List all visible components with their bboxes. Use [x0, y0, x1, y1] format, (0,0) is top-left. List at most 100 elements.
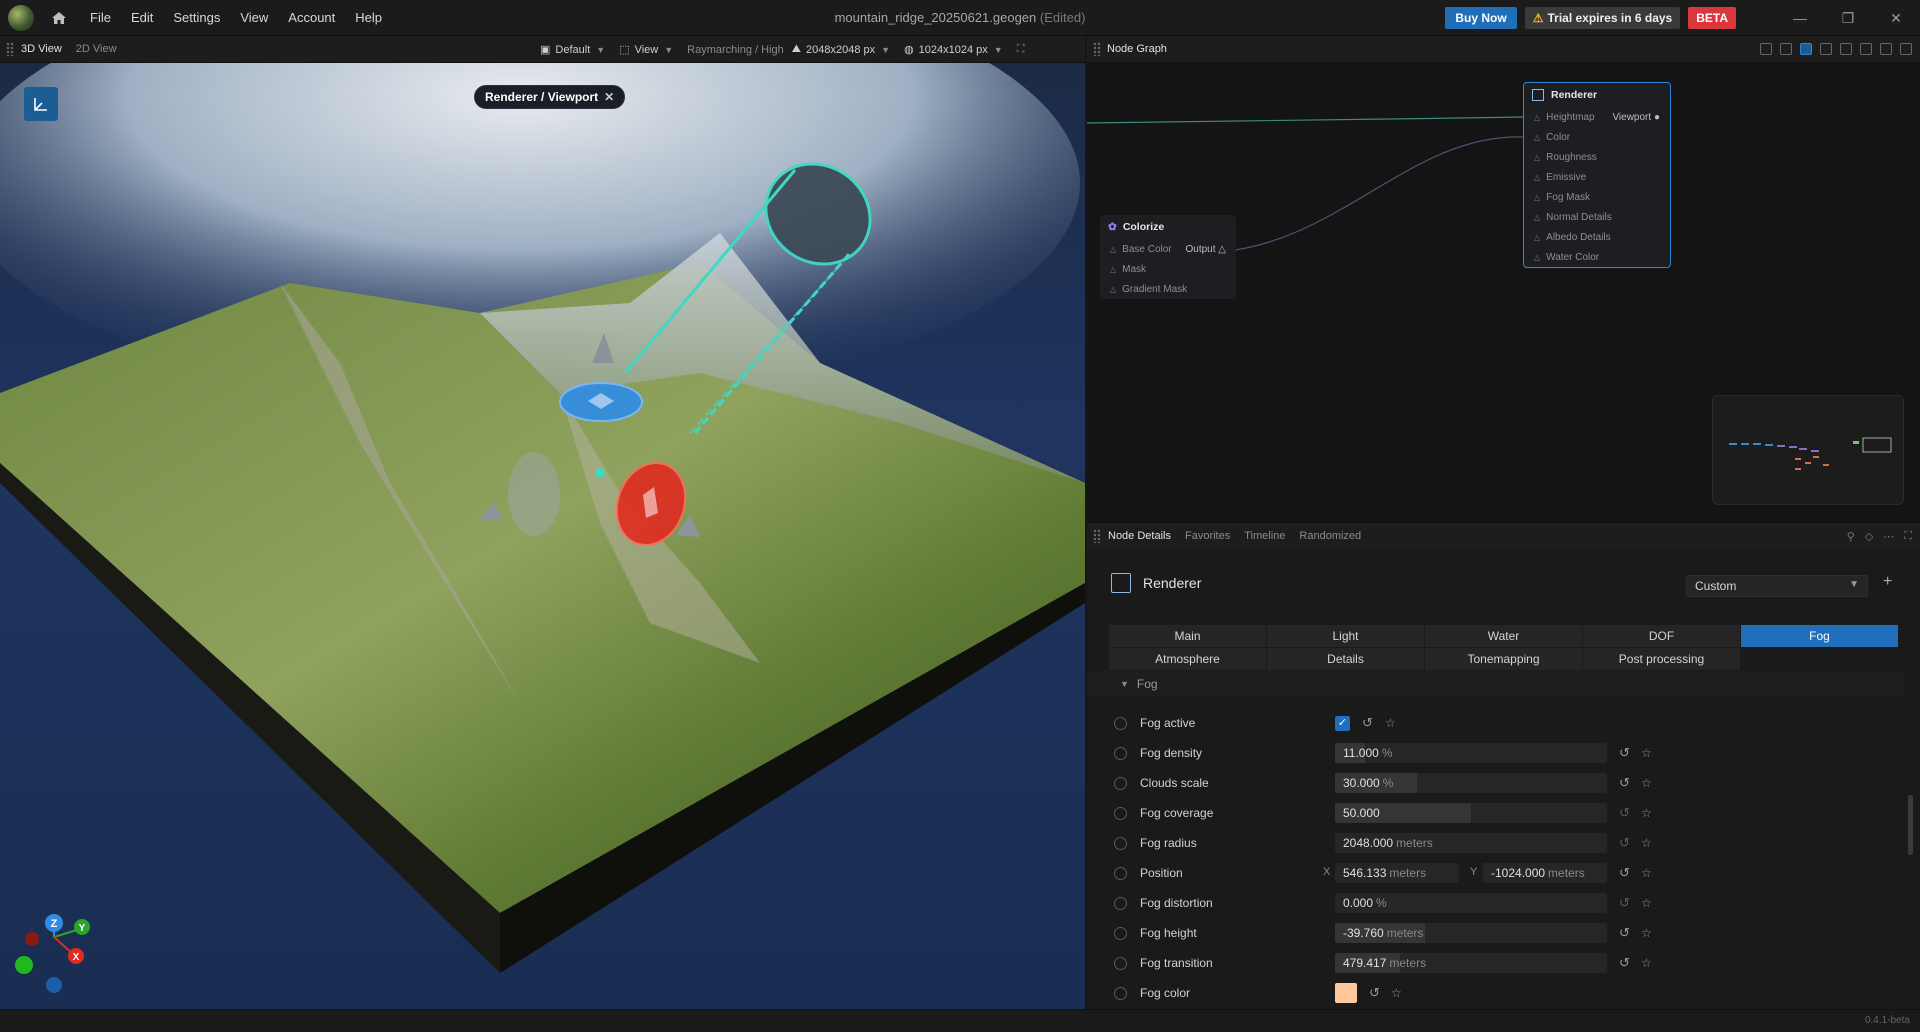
tab-water[interactable]: Water: [1425, 625, 1582, 648]
add-preset-button[interactable]: +: [1883, 573, 1892, 591]
expand-icon[interactable]: [1900, 43, 1912, 55]
keyframe-radio[interactable]: [1114, 776, 1127, 790]
position-x-input[interactable]: 546.133 meters: [1335, 863, 1459, 883]
tab-randomized[interactable]: Randomized: [1292, 530, 1368, 542]
axes-toggle-button[interactable]: [24, 87, 58, 121]
favorite-star-icon[interactable]: ☆: [1641, 956, 1652, 970]
camera-dropdown[interactable]: ▣ Default ▼: [540, 43, 611, 57]
input-port-emissive[interactable]: △ Emissive: [1524, 167, 1670, 187]
menu-help[interactable]: Help: [345, 10, 392, 25]
reset-icon[interactable]: ↺: [1619, 745, 1630, 761]
render-mode[interactable]: Raymarching / High: [687, 44, 784, 56]
keyframe-radio[interactable]: [1114, 956, 1127, 970]
fog-section-header[interactable]: ▼ Fog: [1087, 671, 1904, 697]
clouds-scale-input[interactable]: 30.000%: [1335, 773, 1607, 793]
fog-density-input[interactable]: 11.000%: [1335, 743, 1607, 763]
trial-badge[interactable]: ⚠ Trial expires in 6 days: [1524, 7, 1681, 29]
grid-view-icon[interactable]: [1800, 43, 1812, 55]
tab-fog[interactable]: Fog: [1741, 625, 1898, 648]
tab-tonemapping[interactable]: Tonemapping: [1425, 648, 1582, 671]
list-icon[interactable]: [1780, 43, 1792, 55]
favorite-star-icon[interactable]: ☆: [1641, 866, 1652, 880]
layout-icon[interactable]: [1820, 43, 1832, 55]
fog-active-checkbox[interactable]: ✓: [1335, 716, 1350, 731]
menu-file[interactable]: File: [80, 10, 121, 25]
graph-minimap[interactable]: [1712, 395, 1904, 505]
reset-icon[interactable]: ↺: [1619, 775, 1630, 791]
fog-distortion-input[interactable]: 0.000%: [1335, 893, 1607, 913]
fog-color-swatch[interactable]: [1335, 983, 1357, 1003]
reset-icon[interactable]: ↺: [1619, 925, 1630, 941]
tab-2d-view[interactable]: 2D View: [69, 43, 124, 55]
input-port-normal-details[interactable]: △ Normal Details: [1524, 207, 1670, 227]
favorite-star-icon[interactable]: ☆: [1641, 926, 1652, 940]
tab-main[interactable]: Main: [1109, 625, 1266, 648]
keyframe-radio[interactable]: [1114, 926, 1127, 940]
position-y-input[interactable]: -1024.000 meters: [1483, 863, 1607, 883]
output-port-viewport[interactable]: Viewport ●: [1612, 112, 1660, 123]
close-icon[interactable]: ✕: [604, 90, 614, 104]
reset-icon[interactable]: ↺: [1369, 985, 1380, 1001]
texture-resolution-dropdown[interactable]: ◍ 1024x1024 px ▼: [904, 43, 1009, 57]
menu-edit[interactable]: Edit: [121, 10, 163, 25]
keyframe-radio[interactable]: [1114, 896, 1127, 910]
preset-dropdown[interactable]: Custom ▼: [1686, 575, 1868, 597]
buy-now-button[interactable]: Buy Now: [1445, 7, 1517, 29]
collapse-triangle-icon[interactable]: ▼: [1120, 679, 1129, 689]
favorite-star-icon[interactable]: ☆: [1641, 776, 1652, 790]
input-port-fog-mask[interactable]: △ Fog Mask: [1524, 187, 1670, 207]
favorite-star-icon[interactable]: ☆: [1391, 986, 1402, 1000]
input-port-mask[interactable]: △ Mask: [1100, 259, 1236, 279]
menu-settings[interactable]: Settings: [163, 10, 230, 25]
input-port-color[interactable]: △ Color: [1524, 127, 1670, 147]
keyframe-radio[interactable]: [1114, 836, 1127, 850]
reset-icon[interactable]: ↺: [1619, 805, 1630, 821]
pivot-point[interactable]: [595, 468, 605, 478]
menu-view[interactable]: View: [230, 10, 278, 25]
favorite-star-icon[interactable]: ☆: [1641, 896, 1652, 910]
input-port-albedo-details[interactable]: △ Albedo Details: [1524, 227, 1670, 247]
panel-grip-icon[interactable]: [1093, 529, 1101, 543]
reset-icon[interactable]: ↺: [1619, 895, 1630, 911]
tab-timeline[interactable]: Timeline: [1237, 530, 1292, 542]
keyframe-radio[interactable]: [1114, 716, 1127, 730]
favorite-star-icon[interactable]: ☆: [1641, 836, 1652, 850]
gizmo-neg-y-axis[interactable]: [15, 956, 33, 974]
input-port-water-color[interactable]: △ Water Color: [1524, 247, 1670, 267]
reset-icon[interactable]: ↺: [1619, 835, 1630, 851]
input-port-roughness[interactable]: △ Roughness: [1524, 147, 1670, 167]
tab-dof[interactable]: DOF: [1583, 625, 1740, 648]
tab-atmosphere[interactable]: Atmosphere: [1109, 648, 1266, 671]
resolution-dropdown[interactable]: ⛰ 2048x2048 px ▼: [792, 43, 896, 56]
viewport-breadcrumb[interactable]: Renderer / Viewport ✕: [474, 85, 626, 109]
reset-icon[interactable]: ↺: [1619, 955, 1630, 971]
more-icon[interactable]: ⋯: [1883, 530, 1894, 543]
3d-viewport[interactable]: Z Y X Renderer / Viewport ✕: [0, 63, 1085, 1009]
search-icon[interactable]: ⚲: [1847, 530, 1855, 543]
fog-radius-input[interactable]: 2048.000 meters: [1335, 833, 1607, 853]
gizmo-neg-z-axis[interactable]: [46, 977, 62, 993]
input-port-base-color[interactable]: △ Base Color Output △: [1100, 239, 1236, 259]
details-scrollbar[interactable]: [1908, 795, 1913, 855]
tab-post-processing[interactable]: Post processing: [1583, 648, 1740, 671]
menu-account[interactable]: Account: [278, 10, 345, 25]
grey-gizmo[interactable]: [508, 452, 560, 536]
search-icon[interactable]: [1760, 43, 1772, 55]
diamond-icon[interactable]: ◇: [1865, 530, 1873, 543]
tab-light[interactable]: Light: [1267, 625, 1424, 648]
favorite-star-icon[interactable]: ☆: [1641, 746, 1652, 760]
colorize-node[interactable]: ✿ Colorize △ Base Color Output △ △ Mask △ Gra…: [1100, 215, 1236, 299]
minimize-icon[interactable]: —: [1776, 10, 1824, 26]
reset-icon[interactable]: ↺: [1362, 715, 1373, 731]
output-port-output[interactable]: Output △: [1186, 244, 1227, 255]
keyframe-radio[interactable]: [1114, 746, 1127, 760]
tab-3d-view[interactable]: 3D View: [14, 43, 69, 55]
home-icon[interactable]: [50, 9, 68, 27]
keyframe-radio[interactable]: [1114, 806, 1127, 820]
view-dropdown[interactable]: ⬚ View ▼: [619, 43, 679, 57]
fog-height-input[interactable]: -39.760 meters: [1335, 923, 1607, 943]
keyframe-radio[interactable]: [1114, 986, 1127, 1000]
orientation-gizmo[interactable]: Z Y X: [15, 914, 90, 993]
panel-grip-icon[interactable]: [1093, 42, 1101, 56]
keyframe-radio[interactable]: [1114, 866, 1127, 880]
